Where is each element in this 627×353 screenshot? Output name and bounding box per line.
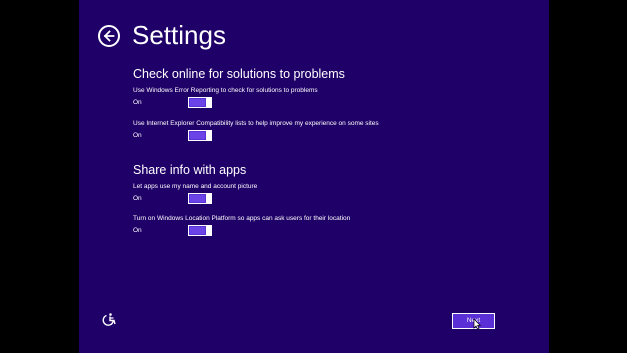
ease-of-access-button[interactable] (101, 312, 117, 328)
ease-of-access-icon (102, 313, 116, 326)
toggle-thumb (206, 194, 211, 203)
setting-label: Turn on Windows Location Platform so app… (133, 215, 351, 222)
setting-row: On (133, 97, 533, 108)
location-platform-toggle[interactable] (188, 225, 212, 236)
back-button[interactable] (98, 25, 120, 47)
name-picture-toggle[interactable] (188, 193, 212, 204)
page-title: Settings (132, 20, 226, 50)
section-title: Share info with apps (133, 163, 247, 177)
toggle-fill (190, 195, 205, 202)
setting-row: On (133, 130, 533, 141)
section-share-info: Share info with apps Let apps use my nam… (133, 163, 533, 236)
setting-row: On (133, 225, 533, 236)
setting-label: Use Internet Explorer Compatibility list… (133, 120, 379, 127)
setting-ie-compat: Use Internet Explorer Compatibility list… (133, 120, 533, 141)
setting-row: On (133, 193, 533, 204)
state-label: On (133, 227, 142, 234)
toggle-thumb (206, 131, 211, 140)
setting-name-picture: Let apps use my name and account picture… (133, 183, 533, 204)
toggle-fill (190, 132, 205, 139)
settings-screen: Settings Check online for solutions to p… (79, 0, 549, 353)
toggle-thumb (206, 226, 211, 235)
state-label: On (133, 132, 142, 139)
mouse-pointer-icon (473, 318, 481, 330)
section-title: Check online for solutions to problems (133, 67, 345, 81)
setting-label: Use Windows Error Reporting to check for… (133, 87, 318, 94)
state-label: On (133, 99, 142, 106)
setting-error-reporting: Use Windows Error Reporting to check for… (133, 87, 533, 108)
toggle-fill (190, 227, 205, 234)
toggle-fill (190, 99, 205, 106)
setting-location-platform: Turn on Windows Location Platform so app… (133, 215, 533, 236)
state-label: On (133, 195, 142, 202)
error-reporting-toggle[interactable] (188, 97, 212, 108)
ie-compat-toggle[interactable] (188, 130, 212, 141)
toggle-thumb (206, 98, 211, 107)
section-check-online: Check online for solutions to problems U… (133, 67, 533, 141)
back-arrow-icon (103, 30, 115, 42)
setting-label: Let apps use my name and account picture (133, 183, 258, 190)
